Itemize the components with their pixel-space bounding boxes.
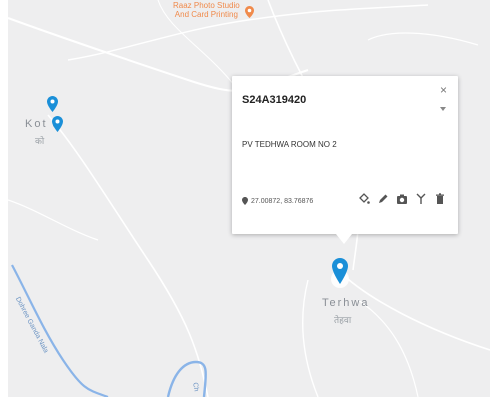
poi-pin-icon[interactable] (245, 6, 254, 18)
site-name: PV TEDHWA ROOM NO 2 (242, 140, 337, 149)
site-marker-1[interactable] (47, 96, 58, 112)
selected-site-marker[interactable] (331, 258, 349, 288)
coordinates-text: 27.00872, 83.76876 (251, 197, 314, 205)
poi-line-2: And Card Printing (174, 10, 238, 19)
delete-button[interactable] (434, 192, 446, 206)
river-label-2: Ch (191, 382, 200, 393)
site-coordinates: 27.00872, 83.76876 (242, 197, 313, 205)
town-center-local: तेहवा (334, 315, 352, 325)
camera-icon (397, 194, 407, 204)
antenna-icon (416, 193, 426, 204)
site-info-popup: S24A319420 × PV TEDHWA ROOM NO 2 27.0087… (232, 76, 458, 244)
map-canvas[interactable]: Raaz Photo Studio And Card Printing Kot … (8, 0, 490, 397)
scroll-down-icon (440, 107, 446, 111)
town-center-label: Terhwa (322, 297, 370, 309)
close-icon: × (440, 83, 448, 97)
pencil-icon (379, 194, 388, 203)
poi-label[interactable]: Raaz Photo Studio And Card Printing (173, 1, 240, 19)
site-id: S24A319420 (242, 94, 307, 106)
trash-icon (436, 193, 444, 204)
paint-bucket-icon (359, 193, 370, 204)
edit-button[interactable] (377, 192, 389, 206)
town-left-local: को (35, 136, 45, 146)
camera-button[interactable] (396, 192, 408, 206)
popup-pointer (336, 234, 352, 244)
location-pin-icon (242, 197, 248, 205)
poi-line-1: Raaz Photo Studio (173, 1, 240, 10)
close-button[interactable]: × (437, 83, 451, 117)
site-marker-2[interactable] (52, 116, 63, 132)
popup-actions (358, 192, 446, 206)
antenna-button[interactable] (415, 192, 427, 206)
fill-button[interactable] (358, 192, 370, 206)
